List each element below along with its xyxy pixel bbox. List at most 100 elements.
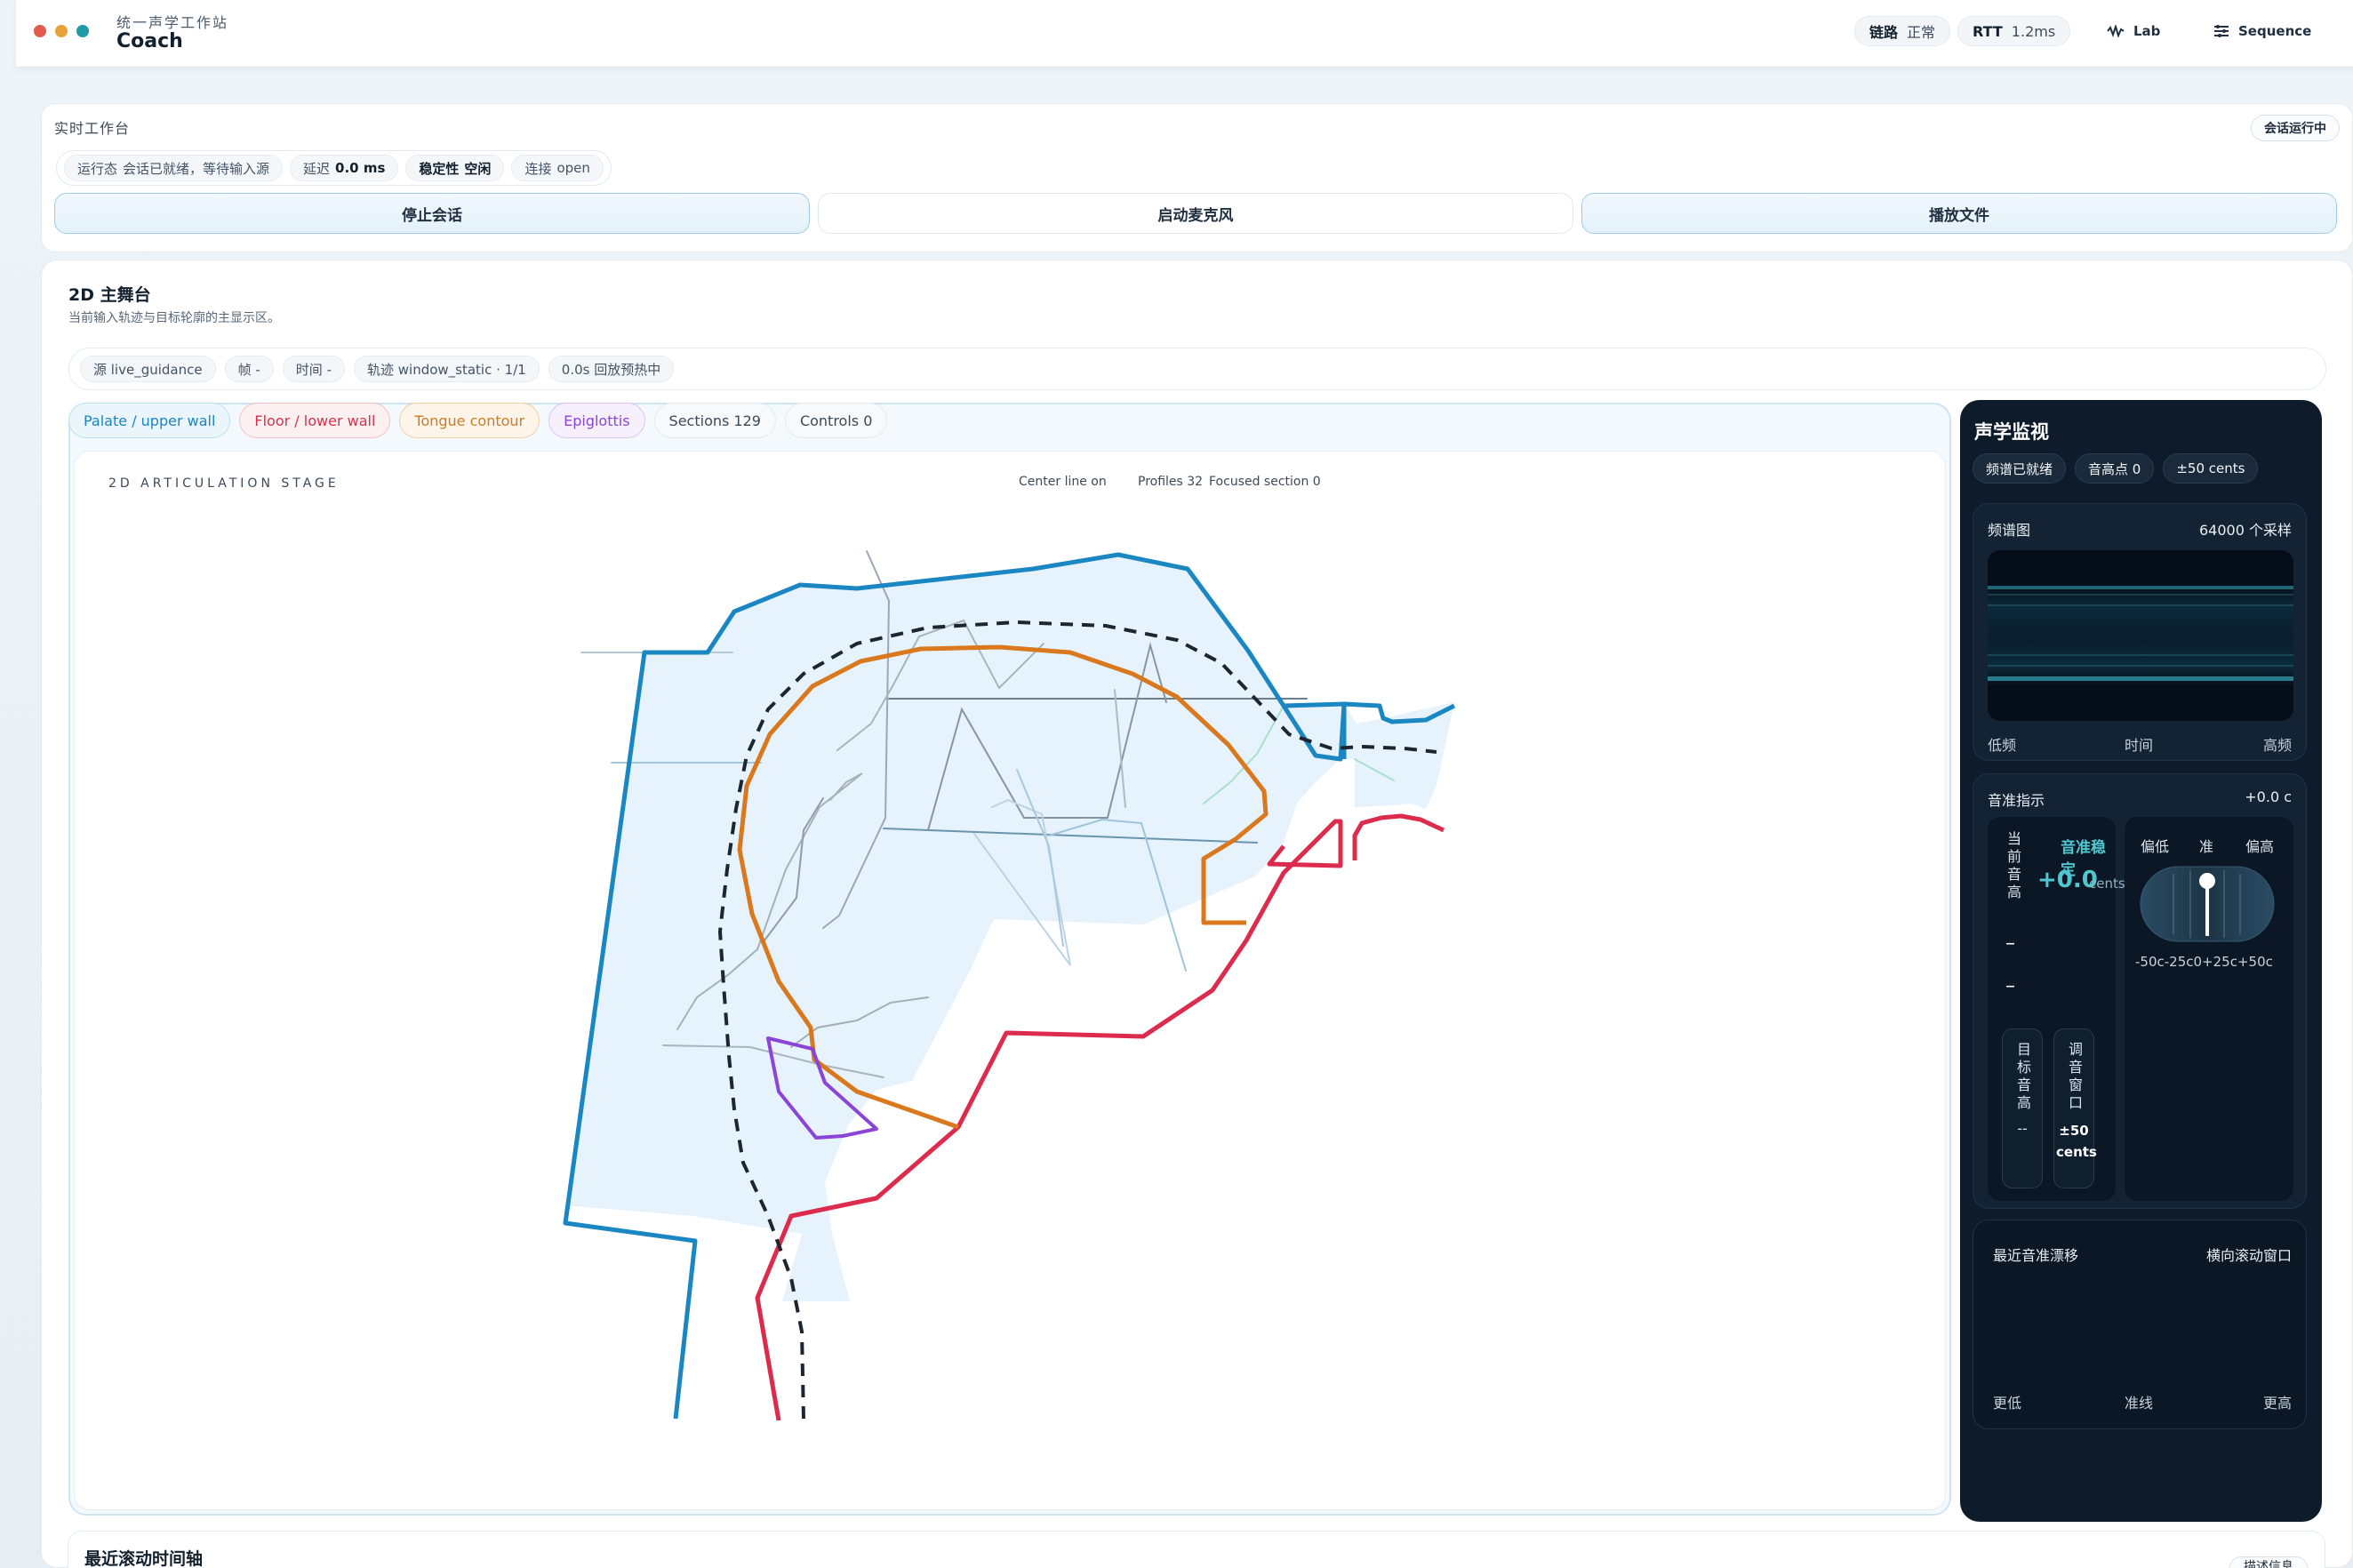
spectrogram-time: 时间 [2125,737,2154,754]
drift-lower: 更低 [1993,1395,2022,1412]
tract-fill [565,555,1454,1301]
drift-label: 最近音准漂移 [1993,1247,2079,1264]
target-pitch-box: 目标音高 -- [2002,1028,2043,1188]
legend-floor[interactable]: Floor / lower wall [239,403,391,438]
tuning-window-label: 调音窗口 [2066,1042,2083,1113]
pitch-offset: +0.0 c [2245,788,2292,805]
spectrogram-panel: 频谱图 64000 个采样 低频 时间 高频 [1973,503,2307,761]
window-close-dot[interactable] [34,25,46,37]
monitor-chips: 频谱已就绪 音高点 0 ±50 cents [1973,453,2259,484]
start-mic-button[interactable]: 启动麦克风 [818,193,1573,234]
current-pitch-panel: 当前音高 – – 音准稳定 +0.0 cents 目标音高 -- 调音窗口 ±5… [1988,817,2125,1201]
stop-session-button[interactable]: 停止会话 [54,193,810,234]
rtt-pill: RTT 1.2ms [1957,16,2071,46]
link-value: 正常 [1907,24,1936,41]
nav-lab-button[interactable]: Lab [2107,16,2160,46]
spectrum-ready-chip: 频谱已就绪 [1973,453,2067,484]
status-row: 运行态 会话已就绪，等待输入源 延迟 0.0 ms 稳定性 空闲 连接 open [56,150,612,186]
cents-window-chip: ±50 cents [2163,453,2259,484]
connection-label: 连接 [524,160,552,177]
rtt-label: RTT [1973,22,2003,40]
stability-value: 空闲 [464,160,492,177]
gauge-scale-3: 0 [2193,954,2203,970]
pitch-gauge-panel: 偏低 准 偏高 -50c -25c 0 +25c +50c [2125,817,2293,1201]
gauge-scale-4: +25c [2202,954,2237,970]
stage-filter-row: 源 live_guidance 帧 - 时间 - 轨迹 window_stati… [68,348,2326,390]
spectrogram-high: 高频 [2262,737,2292,754]
run-state-chip: 运行态 会话已就绪，等待输入源 [64,155,284,181]
drift-higher: 更高 [2262,1395,2292,1412]
time-chip[interactable]: 时间 - [282,356,345,382]
gauge-high-label: 偏高 [2245,838,2275,855]
monitor-title: 声学监视 [1974,421,2049,443]
spectrogram-samples: 64000 个采样 [2199,522,2292,539]
spectrogram-low: 低频 [1988,737,2017,754]
pitch-indicator-panel: 音准指示 +0.0 c 当前音高 – – 音准稳定 +0.0 cents 目标音… [1973,773,2307,1209]
current-pitch-label: 当前音高 [2005,831,2021,902]
frame-chip[interactable]: 帧 - [224,356,274,382]
drift-mode: 横向滚动窗口 [2205,1247,2292,1264]
tuning-window-box: 调音窗口 ±50 cents [2053,1028,2097,1188]
latency-label: 延迟 [303,160,331,177]
realtime-workbench: 实时工作台 会话运行中 运行态 会话已就绪，等待输入源 延迟 0.0 ms 稳定… [41,103,2353,252]
target-pitch-value: -- [2017,1120,2028,1137]
brand-subtitle: 统一声学工作站 [116,14,229,31]
replay-chip[interactable]: 0.0s 回放预热中 [548,356,675,382]
gauge-scale-1: -50c [2135,954,2165,970]
stage-legend: Palate / upper wall Floor / lower wall T… [68,403,888,438]
spectrogram-canvas [1988,550,2293,721]
nav-sequence-label: Sequence [2238,23,2312,39]
connection-chip: 连接 open [511,155,604,181]
waveform-icon [2107,25,2125,37]
timeline-describe-button[interactable]: 描述信息 [2229,1556,2309,1568]
gauge-low-label: 偏低 [2141,838,2170,855]
legend-sections: Sections 129 [653,403,776,438]
top-bar: 统一声学工作站 Coach 链路 正常 RTT 1.2ms Lab Sequen… [16,0,2353,68]
link-status-pill: 链路 正常 [1854,16,1951,46]
acoustic-monitor: 声学监视 频谱已就绪 音高点 0 ±50 cents 频谱图 64000 个采样 [1960,400,2322,1522]
stability-chip: 稳定性 空闲 [405,155,505,181]
session-running-badge: 会话运行中 [2251,115,2340,141]
drift-baseline: 准线 [2125,1395,2154,1412]
current-pitch-dash-1: – [2005,932,2015,955]
gauge-ok-label: 准 [2199,838,2214,855]
pitch-drift-panel: 最近音准漂移 横向滚动窗口 更低 准线 更高 [1973,1220,2307,1429]
nav-lab-label: Lab [2133,23,2161,39]
window-minimize-dot[interactable] [55,25,68,37]
pitch-indicator-label: 音准指示 [1988,792,2045,809]
legend-controls: Controls 0 [784,403,888,438]
vocal-tract-diagram [563,550,1456,1421]
rtt-value: 1.2ms [2011,22,2056,40]
gauge-scale-5: +50c [2237,954,2273,970]
spectrogram-label: 频谱图 [1988,522,2031,539]
brand-title: Coach [116,30,183,52]
cents-unit: cents [2089,876,2125,892]
stability-label: 稳定性 [419,160,460,177]
track-chip[interactable]: 轨迹 window_static · 1/1 [353,356,540,382]
legend-palate[interactable]: Palate / upper wall [68,403,231,438]
source-chip[interactable]: 源 live_guidance [80,356,216,382]
stage-subtitle: 当前输入轨迹与目标轮廓的主显示区。 [68,311,280,325]
link-label: 链路 [1869,24,1899,41]
legend-epiglottis[interactable]: Epiglottis [548,403,645,438]
articulation-canvas[interactable]: 2D ARTICULATION STAGE Center line on Pro… [74,451,1946,1510]
window-maximize-dot[interactable] [76,25,89,37]
pitch-points-chip: 音高点 0 [2075,453,2155,484]
gauge-scale-2: -25c [2164,954,2194,970]
latency-chip: 延迟 0.0 ms [290,155,399,181]
current-pitch-dash-2: – [2005,975,2015,997]
play-file-button[interactable]: 播放文件 [1581,193,2337,234]
target-pitch-label: 目标音高 [2014,1042,2031,1113]
connection-value: open [556,160,590,176]
spectrogram-image [1988,586,2293,685]
latency-value: 0.0 ms [335,160,386,176]
pitch-gauge [2140,866,2275,942]
tuning-window-value: ±50 cents [2056,1123,2097,1160]
sequence-list-icon [2214,25,2229,37]
run-state-value: 会话已就绪，等待输入源 [123,160,270,177]
nav-sequence-button[interactable]: Sequence [2213,16,2311,46]
timeline-title: 最近滚动时间轴 [84,1549,204,1568]
legend-tongue[interactable]: Tongue contour [399,403,540,438]
recent-timeline-card: 最近滚动时间轴 描述信息 [68,1531,2325,1568]
gauge-scale: -50c -25c 0 +25c +50c [2135,954,2273,970]
